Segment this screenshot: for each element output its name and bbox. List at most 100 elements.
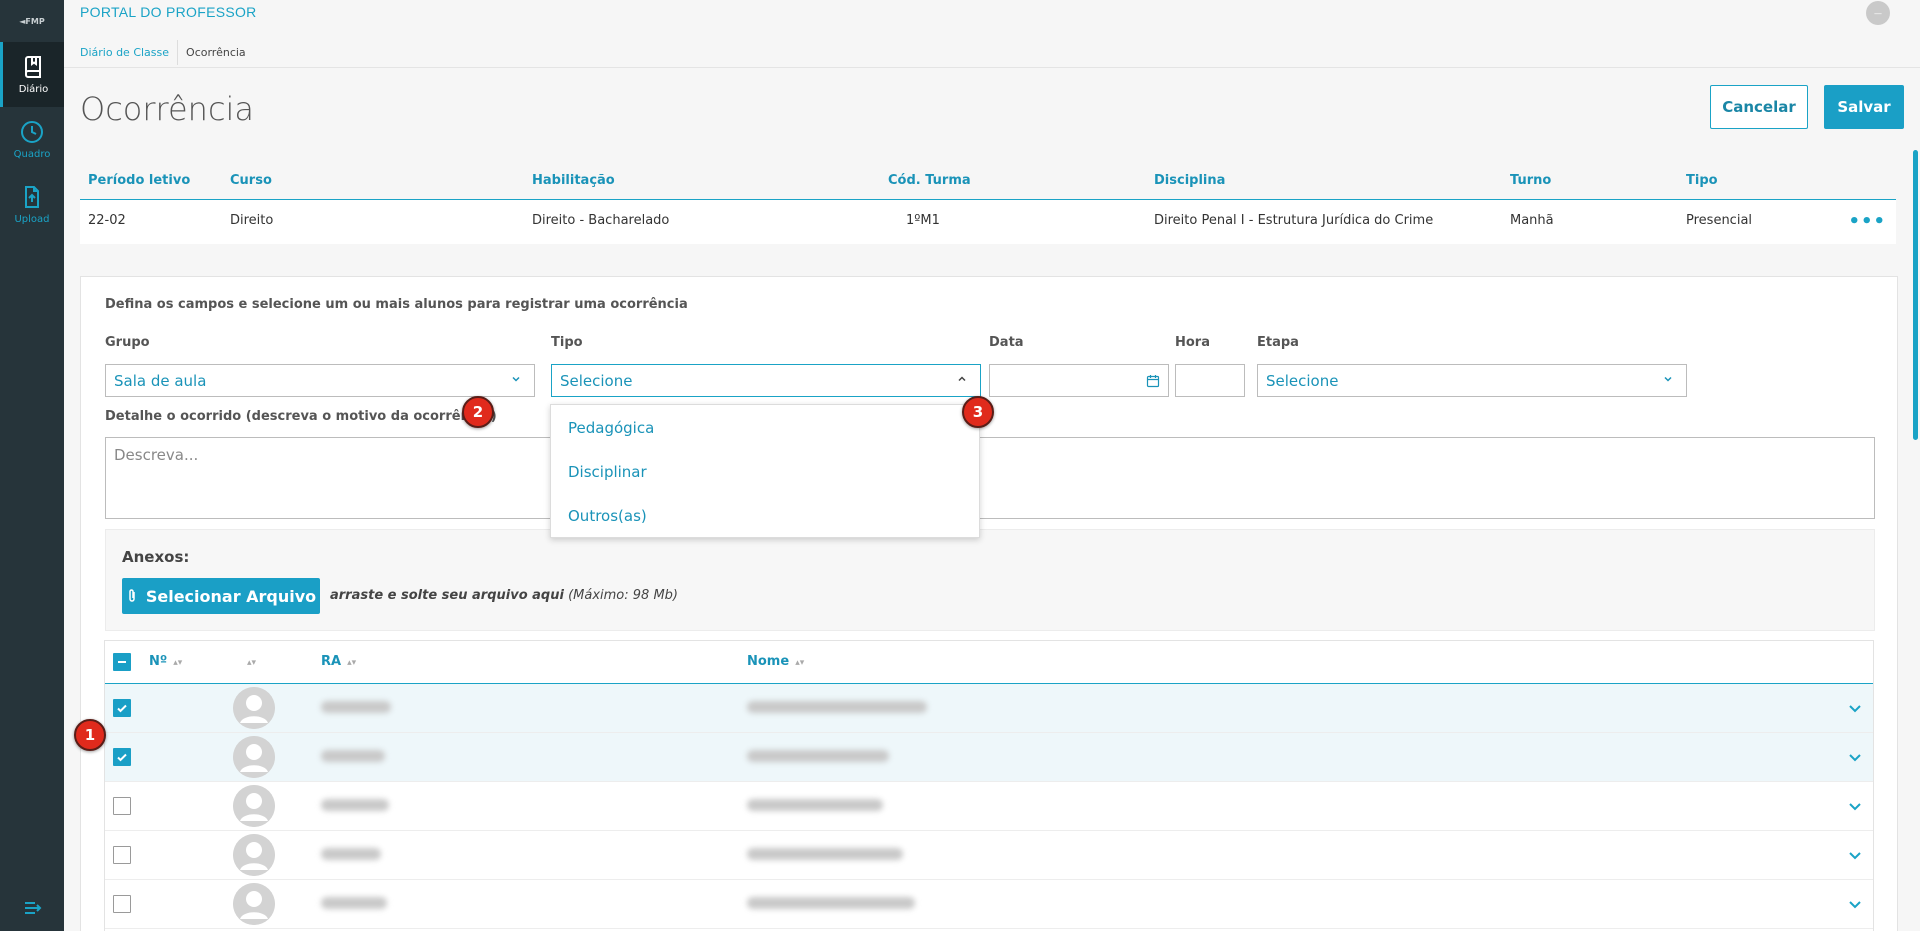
row-checkbox[interactable] xyxy=(113,699,131,717)
table-row[interactable] xyxy=(105,831,1873,880)
cell-disciplina: Direito Penal I - Estrutura Jurídica do … xyxy=(1154,213,1434,228)
tipo-label: Tipo xyxy=(551,335,583,350)
name-redacted xyxy=(747,799,883,811)
grupo-select[interactable]: Sala de aula xyxy=(105,364,535,397)
sort-icon: ▴▾ xyxy=(795,658,805,668)
user-avatar[interactable]: — xyxy=(1866,1,1890,25)
chevron-down-icon xyxy=(1664,376,1672,382)
table-row[interactable] xyxy=(105,684,1873,733)
sidebar-item-upload[interactable]: Upload xyxy=(0,172,64,237)
table-row[interactable] xyxy=(105,782,1873,831)
header-tipo: Tipo xyxy=(1686,173,1718,188)
tipo-option-disciplinar[interactable]: Disciplinar xyxy=(551,449,979,493)
tipo-option-pedagogica[interactable]: Pedagógica xyxy=(551,405,979,449)
header-ra-label: RA xyxy=(321,654,342,669)
table-row[interactable] xyxy=(105,880,1873,929)
detalhe-label: Detalhe o ocorrido (descreva o motivo da… xyxy=(105,409,497,424)
select-all-checkbox[interactable] xyxy=(113,653,131,671)
sort-icon: ▴▾ xyxy=(173,658,183,668)
sidebar-item-quadro[interactable]: Quadro xyxy=(0,107,64,172)
person-icon xyxy=(233,883,275,925)
chevron-down-icon[interactable] xyxy=(1847,798,1863,814)
student-avatar xyxy=(233,687,275,729)
sidebar: ◄ FMP Diário Quadro Upload xyxy=(0,0,64,931)
calendar-icon[interactable] xyxy=(1146,374,1160,388)
expand-sidebar-icon[interactable] xyxy=(24,901,42,915)
check-icon xyxy=(117,753,127,762)
etapa-label: Etapa xyxy=(1257,335,1299,350)
chevron-down-icon[interactable] xyxy=(1847,749,1863,765)
detalhe-textarea[interactable]: Descreva... xyxy=(105,437,1875,519)
row-checkbox[interactable] xyxy=(113,797,131,815)
sidebar-item-diario[interactable]: Diário xyxy=(0,42,64,107)
cell-periodo: 22-02 xyxy=(88,213,126,228)
header-num-label: Nº xyxy=(149,654,168,669)
header-num[interactable]: Nº ▴▾ xyxy=(149,654,182,669)
page-scrollbar[interactable] xyxy=(1913,150,1918,440)
paperclip-icon xyxy=(129,589,135,602)
breadcrumb-current: Ocorrência xyxy=(177,40,254,65)
name-redacted xyxy=(747,848,903,860)
annotation-badge-1: 1 xyxy=(74,719,106,751)
student-avatar xyxy=(233,883,275,925)
form-intro: Defina os campos e selecione um ou mais … xyxy=(105,297,688,312)
breadcrumb-link-diario[interactable]: Diário de Classe xyxy=(72,40,177,65)
ra-redacted xyxy=(321,750,385,762)
book-icon xyxy=(24,55,41,78)
tipo-dropdown-menu: Pedagógica Disciplinar Outros(as) xyxy=(550,404,980,538)
student-avatar xyxy=(233,834,275,876)
person-icon xyxy=(233,736,275,778)
students-header: Nº ▴▾ ▴▾ RA ▴▾ Nome ▴▾ xyxy=(105,641,1873,684)
row-checkbox[interactable] xyxy=(113,895,131,913)
sidebar-item-label: Upload xyxy=(14,213,50,225)
chevron-up-icon xyxy=(958,376,966,382)
ra-redacted xyxy=(321,848,381,860)
etapa-select[interactable]: Selecione xyxy=(1257,364,1687,397)
person-icon xyxy=(233,834,275,876)
header-turno: Turno xyxy=(1510,173,1552,188)
cell-tipo: Presencial xyxy=(1686,213,1753,228)
class-info-header: Período letivo Curso Habilitação Cód. Tu… xyxy=(80,160,1896,200)
save-button[interactable]: Salvar xyxy=(1824,85,1904,129)
data-input[interactable] xyxy=(989,364,1169,397)
grupo-label: Grupo xyxy=(105,335,150,350)
tipo-value: Selecione xyxy=(560,372,633,390)
student-avatar xyxy=(233,736,275,778)
class-info-row: 22-02 Direito Direito - Bacharelado 1ºM1… xyxy=(80,200,1896,244)
header-nome[interactable]: Nome ▴▾ xyxy=(747,654,804,669)
upload-icon xyxy=(25,185,39,208)
row-checkbox[interactable] xyxy=(113,748,131,766)
page-title: Ocorrência xyxy=(80,90,255,128)
name-redacted xyxy=(747,701,927,713)
person-icon xyxy=(233,785,275,827)
tipo-select[interactable]: Selecione xyxy=(551,364,981,397)
drop-hint-size: (Máximo: 98 Mb) xyxy=(563,588,678,603)
tipo-option-outros[interactable]: Outros(as) xyxy=(551,493,979,537)
chevron-down-icon[interactable] xyxy=(1847,896,1863,912)
ra-redacted xyxy=(321,897,387,909)
chevron-down-icon[interactable] xyxy=(1847,700,1863,716)
drop-hint-main: arraste e solte seu arquivo aqui xyxy=(330,588,564,603)
hora-input[interactable] xyxy=(1175,364,1245,397)
table-row[interactable] xyxy=(105,733,1873,782)
cancel-button[interactable]: Cancelar xyxy=(1710,85,1808,129)
sort-icon: ▴▾ xyxy=(247,658,257,668)
more-options-icon[interactable]: ••• xyxy=(1848,213,1886,231)
minus-icon xyxy=(118,661,126,663)
header-habilitacao: Habilitação xyxy=(532,173,615,188)
sidebar-item-label: Quadro xyxy=(13,148,51,160)
breadcrumb: Diário de Classe Ocorrência xyxy=(64,40,1920,68)
hora-label: Hora xyxy=(1175,335,1210,350)
logo-text: FMP xyxy=(25,16,45,26)
class-info-table: Período letivo Curso Habilitação Cód. Tu… xyxy=(80,160,1896,244)
chevron-down-icon xyxy=(512,376,520,382)
sidebar-item-label: Diário xyxy=(18,83,49,95)
chevron-down-icon[interactable] xyxy=(1847,847,1863,863)
header-photo[interactable]: ▴▾ xyxy=(241,654,256,669)
select-file-button[interactable]: Selecionar Arquivo xyxy=(122,578,320,614)
annotation-badge-2: 2 xyxy=(462,396,494,428)
row-checkbox[interactable] xyxy=(113,846,131,864)
data-label: Data xyxy=(989,335,1024,350)
attachments-box[interactable]: Anexos: Selecionar Arquivo arraste e sol… xyxy=(105,529,1875,631)
header-ra[interactable]: RA ▴▾ xyxy=(321,654,356,669)
